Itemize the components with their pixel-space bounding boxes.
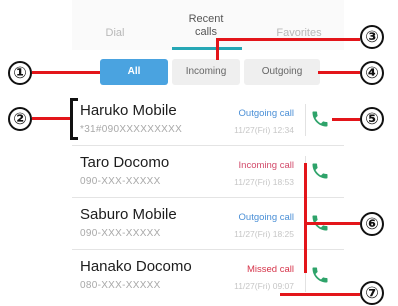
callout-4: ④ [360, 61, 384, 85]
active-tab-indicator [172, 47, 242, 50]
filter-outgoing-button[interactable]: Outgoing [244, 59, 320, 85]
callout-3: ③ [360, 25, 384, 49]
callout-line [216, 38, 219, 60]
phone-number: *31#090XXXXXXXXX [80, 124, 183, 135]
phone-icon[interactable] [310, 160, 330, 182]
callout-line [304, 222, 360, 225]
filter-bar: All Incoming Outgoing [72, 52, 344, 92]
call-date: 11/27(Fri) 12:34 [234, 125, 294, 135]
tab-dial-label: Dial [105, 27, 125, 39]
callout-line [216, 38, 360, 41]
tab-bar: Dial Recent calls Favorites [72, 0, 344, 50]
call-date: 11/27(Fri) 09:07 [234, 281, 294, 291]
call-type: Outgoing call [238, 108, 294, 119]
filter-incoming-button[interactable]: Incoming [172, 59, 240, 85]
phone-number: 080-XXX-XXXXX [80, 280, 161, 291]
contact-name: Haruko Mobile [80, 102, 177, 119]
callout-line [318, 71, 360, 74]
tab-recent-label: Recent calls [188, 13, 224, 38]
callout-bracket [70, 98, 78, 140]
callout-5: ⑤ [360, 107, 384, 131]
callout-line [280, 293, 360, 296]
phone-icon[interactable] [310, 108, 330, 130]
tab-dial[interactable]: Dial [72, 0, 158, 50]
call-type: Missed call [247, 264, 294, 275]
contact-name: Taro Docomo [80, 154, 170, 171]
list-item[interactable]: Haruko Mobile *31#090XXXXXXXXX Outgoing … [72, 94, 344, 146]
tab-favorites[interactable]: Favorites [254, 0, 344, 50]
call-type: Incoming call [238, 160, 294, 171]
callout-7: ⑦ [360, 281, 384, 305]
call-date: 11/27(Fri) 18:25 [234, 229, 294, 239]
filter-all-button[interactable]: All [100, 59, 168, 85]
contact-name: Saburo Mobile [80, 206, 177, 223]
callout-line [32, 117, 70, 120]
callout-6: ⑥ [360, 212, 384, 236]
phone-icon[interactable] [310, 264, 330, 286]
tab-recent-calls[interactable]: Recent calls [158, 0, 254, 50]
callout-line [32, 71, 100, 74]
callout-line [332, 118, 360, 121]
callout-1: ① [8, 61, 32, 85]
callout-2: ② [8, 107, 32, 131]
callout-line [304, 163, 307, 273]
phone-number: 090-XXX-XXXXX [80, 176, 161, 187]
call-date: 11/27(Fri) 18:53 [234, 177, 294, 187]
contact-name: Hanako Docomo [80, 258, 192, 275]
phone-number: 090-XXX-XXXXX [80, 228, 161, 239]
divider [305, 104, 306, 136]
call-type: Outgoing call [238, 212, 294, 223]
